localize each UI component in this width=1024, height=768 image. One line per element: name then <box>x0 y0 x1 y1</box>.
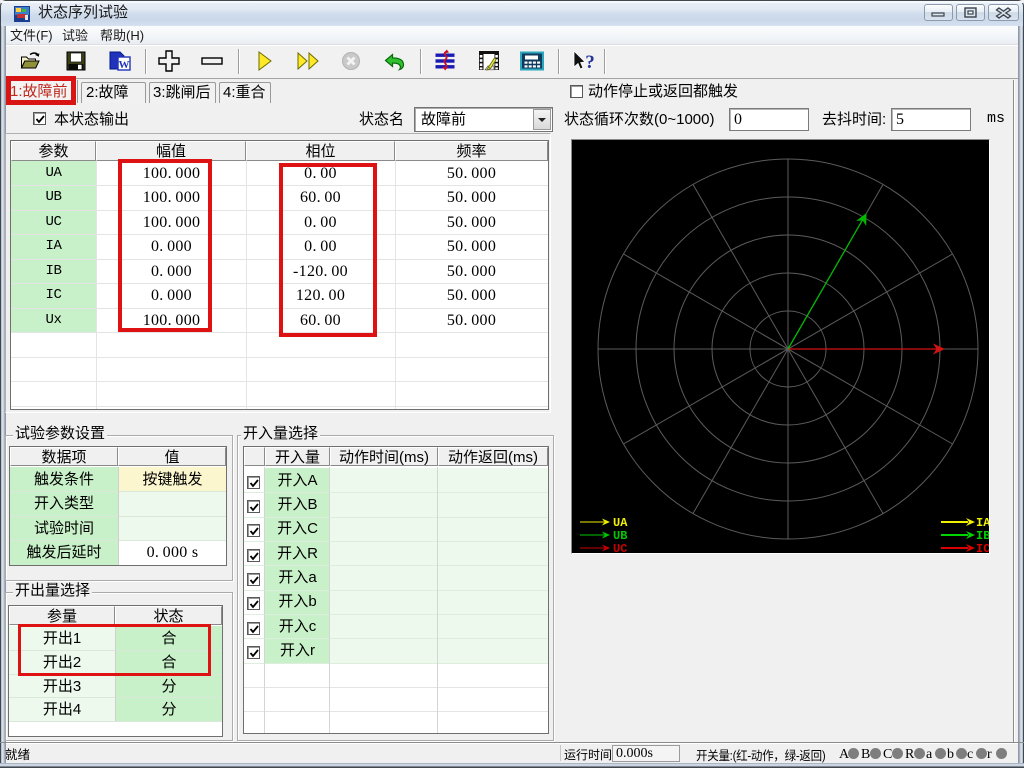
svg-text:UC: UC <box>613 542 627 554</box>
svg-text:IC: IC <box>976 542 990 554</box>
svg-text:UA: UA <box>613 516 628 530</box>
svg-text:W: W <box>119 59 130 71</box>
svg-text:?: ? <box>585 52 595 73</box>
svg-text:UB: UB <box>613 529 627 543</box>
svg-text:IB: IB <box>976 529 990 543</box>
svg-text:IA: IA <box>976 516 990 530</box>
